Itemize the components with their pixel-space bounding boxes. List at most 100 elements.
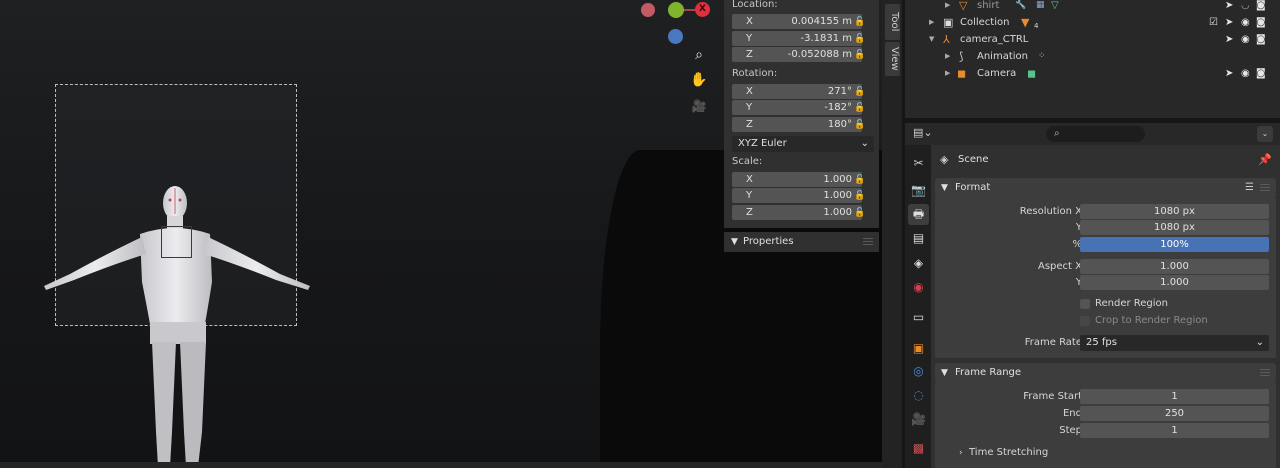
aspect-x-label: Aspect X bbox=[1038, 261, 1082, 272]
zoom-icon[interactable]: ⌕ bbox=[689, 45, 709, 65]
expand-arrow-icon[interactable]: ▶ bbox=[945, 65, 950, 82]
drag-grip-icon[interactable] bbox=[1260, 184, 1270, 191]
scene-icon[interactable]: ◈ bbox=[908, 253, 929, 274]
frame-end-field[interactable]: 250 bbox=[1080, 406, 1269, 421]
expand-arrow-icon[interactable]: ▶ bbox=[929, 14, 934, 31]
pan-hand-icon[interactable]: ✋ bbox=[689, 70, 709, 90]
presets-icon[interactable]: ☰ bbox=[1245, 178, 1254, 198]
chevron-right-icon: › bbox=[959, 448, 963, 458]
frame-rate-dropdown[interactable]: 25 fps ⌄ bbox=[1080, 335, 1269, 351]
properties-panel-header[interactable]: ▼ Properties bbox=[724, 232, 879, 252]
outliner-row-shirt[interactable]: ▶ ▽ shirt 🔧 ▦ ▽ ➤ ◡ ◙ bbox=[905, 0, 1280, 14]
frame-range-panel-body: Frame Start 1 End 250 Step 1 › Time Stre… bbox=[935, 383, 1276, 468]
location-y-field[interactable]: Y -3.1831 m bbox=[732, 31, 862, 46]
camera-render-icon[interactable]: ◙ bbox=[1256, 65, 1266, 82]
lock-icon[interactable]: 🔓 bbox=[854, 86, 866, 98]
camera-render-icon[interactable]: ◙ bbox=[1256, 31, 1266, 48]
lock-icon[interactable]: 🔓 bbox=[854, 190, 866, 202]
constraints-icon[interactable]: ◌ bbox=[908, 385, 929, 406]
lock-icon[interactable]: 🔓 bbox=[854, 102, 866, 114]
view-layer-icon[interactable]: ▤ bbox=[908, 228, 929, 249]
aspect-x-field[interactable]: 1.000 bbox=[1080, 259, 1269, 274]
render-icon[interactable]: 📷 bbox=[908, 180, 929, 201]
lock-icon[interactable]: 🔓 bbox=[854, 207, 866, 219]
select-arrow-icon[interactable]: ➤ bbox=[1225, 0, 1233, 14]
object-icon[interactable]: ▣ bbox=[908, 338, 929, 359]
select-arrow-icon[interactable]: ➤ bbox=[1225, 14, 1233, 31]
lock-icon[interactable]: 🔓 bbox=[854, 174, 866, 186]
crop-region-checkbox[interactable] bbox=[1080, 316, 1090, 326]
lock-icon[interactable]: 🔓 bbox=[854, 49, 866, 61]
tab-view[interactable]: View bbox=[885, 42, 900, 76]
frame-start-label: Frame Start bbox=[1023, 391, 1082, 402]
gizmo-z-axis[interactable] bbox=[668, 29, 683, 44]
scale-label: Scale: bbox=[732, 156, 763, 167]
options-chevron-icon[interactable]: ⌄ bbox=[1257, 126, 1273, 142]
rotation-y-field[interactable]: Y -182° bbox=[732, 100, 862, 115]
drag-grip-icon[interactable] bbox=[863, 238, 873, 245]
eye-icon[interactable]: ◉ bbox=[1241, 14, 1250, 31]
rotation-z-field[interactable]: Z 180° bbox=[732, 117, 862, 132]
format-panel-header[interactable]: ▼ Format ☰ bbox=[935, 178, 1276, 198]
resolution-y-field[interactable]: 1080 px bbox=[1080, 220, 1269, 235]
expand-arrow-icon[interactable]: ▶ bbox=[945, 0, 950, 14]
frame-step-field[interactable]: 1 bbox=[1080, 423, 1269, 438]
location-x-field[interactable]: X 0.004155 m bbox=[732, 14, 862, 29]
animation-icon: ⟆ bbox=[959, 50, 964, 63]
lock-icon[interactable]: 🔓 bbox=[854, 33, 866, 45]
camera-render-icon[interactable]: ◙ bbox=[1256, 14, 1266, 31]
aspect-y-field[interactable]: 1.000 bbox=[1080, 275, 1269, 290]
lock-icon[interactable]: 🔓 bbox=[854, 16, 866, 28]
time-stretching-subpanel[interactable]: › Time Stretching bbox=[943, 443, 1272, 463]
human-model[interactable] bbox=[40, 182, 320, 467]
camera-data-icon[interactable]: 🎥 bbox=[908, 409, 929, 430]
render-region-checkbox[interactable] bbox=[1080, 299, 1090, 309]
chevron-down-icon: ▼ bbox=[941, 368, 948, 378]
properties-search-input[interactable]: ⌕ bbox=[1046, 126, 1145, 142]
drag-grip-icon[interactable] bbox=[1260, 369, 1270, 376]
outliner-row-camera[interactable]: ▶ ◼ Camera ◼ ➤ ◉ ◙ bbox=[905, 65, 1280, 82]
gizmo-axis-line bbox=[683, 9, 695, 11]
tab-tool[interactable]: Tool bbox=[885, 4, 900, 40]
outliner-row-camera-ctrl[interactable]: ▼ ⅄ camera_CTRL ➤ ◉ ◙ bbox=[905, 31, 1280, 48]
lock-icon[interactable]: 🔓 bbox=[854, 119, 866, 131]
rotation-x-field[interactable]: X 271° bbox=[732, 84, 862, 99]
camera-render-icon[interactable]: ◙ bbox=[1256, 0, 1266, 14]
expand-arrow-icon[interactable]: ▶ bbox=[945, 48, 950, 65]
scale-y-field[interactable]: Y 1.000 bbox=[732, 188, 862, 203]
eye-icon[interactable]: ◉ bbox=[1241, 65, 1250, 82]
resolution-x-field[interactable]: 1080 px bbox=[1080, 204, 1269, 219]
pin-icon[interactable]: 📌 bbox=[1258, 145, 1272, 175]
physics-icon[interactable]: ◎ bbox=[908, 361, 929, 382]
checkbox-icon[interactable]: ☑ bbox=[1209, 14, 1218, 31]
texture-icon[interactable]: ▩ bbox=[908, 438, 929, 459]
scale-x-field[interactable]: X 1.000 bbox=[732, 172, 862, 187]
location-z-field[interactable]: Z -0.052088 m bbox=[732, 47, 862, 62]
properties-tabs: ✂ 📷 🖶 ▤ ◈ ◉ ▭ ▣ ◎ ◌ 🎥 ▩ bbox=[905, 145, 931, 468]
output-icon[interactable]: 🖶 bbox=[908, 204, 929, 225]
outliner-row-collection[interactable]: ▶ ▣ Collection ▼ 4 ☑ ➤ ◉ ◙ bbox=[905, 14, 1280, 31]
eye-icon[interactable]: ◡ bbox=[1241, 0, 1250, 14]
editor-type-button[interactable]: ▤⌄ bbox=[913, 126, 939, 142]
frame-start-field[interactable]: 1 bbox=[1080, 389, 1269, 404]
eye-icon[interactable]: ◉ bbox=[1241, 31, 1250, 48]
resolution-percent-slider[interactable]: 100% bbox=[1080, 237, 1269, 252]
camera-view-icon[interactable]: 🎥 bbox=[689, 96, 709, 116]
world-icon[interactable]: ◉ bbox=[908, 277, 929, 298]
gizmo-neg-axis[interactable] bbox=[641, 3, 655, 17]
frame-range-panel-header[interactable]: ▼ Frame Range bbox=[935, 363, 1276, 383]
collection-icon[interactable]: ▭ bbox=[908, 307, 929, 328]
gizmo-x-axis[interactable]: X bbox=[695, 2, 710, 17]
modifier-icon: 🔧 bbox=[1015, 0, 1027, 10]
gizmo-y-axis[interactable] bbox=[668, 2, 684, 18]
scale-z-field[interactable]: Z 1.000 bbox=[732, 205, 862, 220]
tool-icon[interactable]: ✂ bbox=[908, 153, 929, 174]
outliner[interactable]: ▶ ▽ shirt 🔧 ▦ ▽ ➤ ◡ ◙ ▶ ▣ Collection ▼ 4… bbox=[905, 0, 1280, 118]
collapse-arrow-icon[interactable]: ▼ bbox=[929, 31, 934, 48]
select-arrow-icon[interactable]: ➤ bbox=[1225, 31, 1233, 48]
rotation-mode-dropdown[interactable]: XYZ Euler ⌄ bbox=[732, 136, 874, 152]
format-panel-body: Resolution X 1080 px Y 1080 px % 100% As… bbox=[935, 198, 1276, 358]
properties-content: ◈ Scene 📌 ▼ Format ☰ Resolution X 1080 p… bbox=[931, 145, 1280, 468]
outliner-row-animation[interactable]: ▶ ⟆ Animation ⁘ bbox=[905, 48, 1280, 65]
select-arrow-icon[interactable]: ➤ bbox=[1225, 65, 1233, 82]
